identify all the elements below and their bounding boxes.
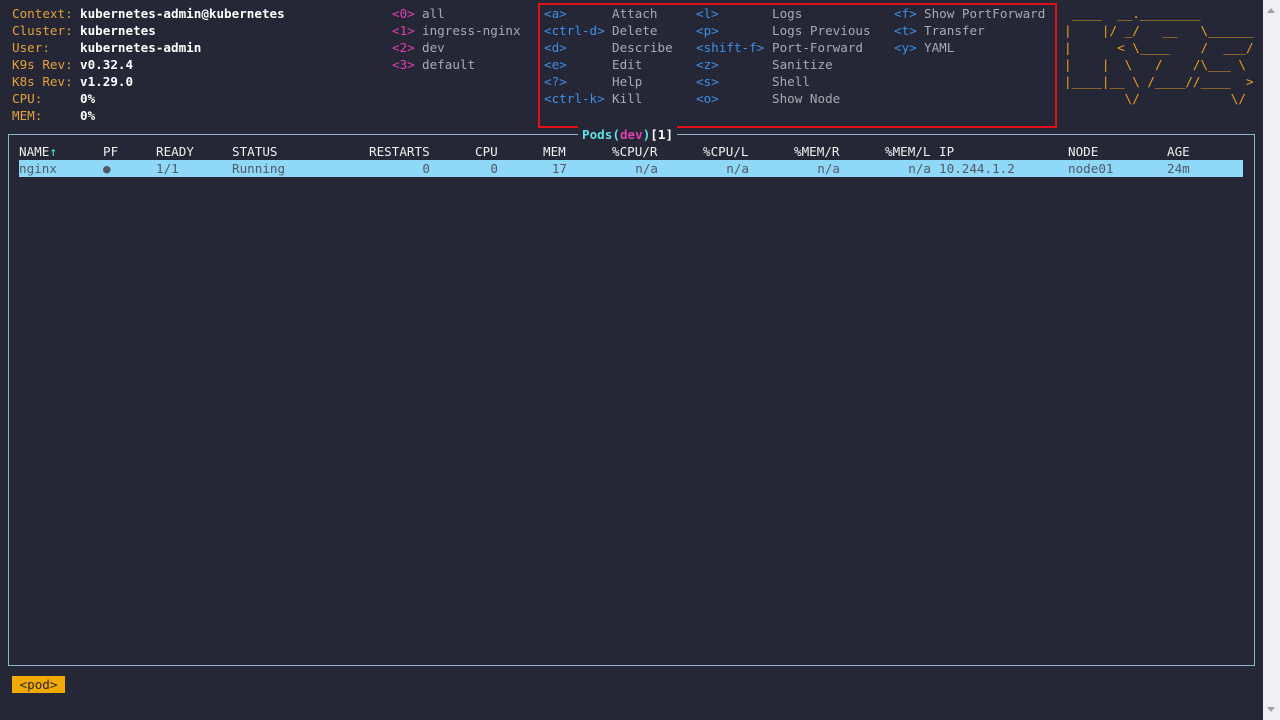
hotkey-desc[interactable]: Logs Previous xyxy=(772,22,871,39)
namespace-key[interactable]: <2> xyxy=(392,39,415,56)
cell-cpu-l: n/a xyxy=(726,161,749,176)
cell-cpu: 0 xyxy=(490,161,498,176)
hotkey-desc[interactable]: Show PortForward xyxy=(924,5,1045,22)
info-k9s-rev-value: v0.32.4 xyxy=(80,57,134,72)
info-context: Context: xyxy=(12,5,73,22)
col-mem-r[interactable]: %MEM/R xyxy=(794,143,840,160)
hotkey-key[interactable]: <d> xyxy=(544,39,567,56)
col-mem[interactable]: MEM xyxy=(543,143,566,160)
namespace-name[interactable]: default xyxy=(422,56,475,73)
hotkey-key[interactable]: <shift-f> xyxy=(696,39,764,56)
info-label: MEM: xyxy=(12,108,43,123)
info-k8s-rev-value: v1.29.0 xyxy=(80,74,134,89)
namespace-key[interactable]: <1> xyxy=(392,22,415,39)
col-age[interactable]: AGE xyxy=(1167,143,1190,160)
col-pf[interactable]: PF xyxy=(103,143,118,160)
hotkey-desc[interactable]: Describe xyxy=(612,39,673,56)
cell-node: node01 xyxy=(1068,161,1114,176)
namespace-name[interactable]: dev xyxy=(422,39,445,56)
namespace-name: dev xyxy=(619,127,643,142)
cell-age: 24m xyxy=(1167,161,1190,176)
col-status[interactable]: STATUS xyxy=(232,143,278,160)
cell-mem: 17 xyxy=(551,161,567,176)
paren: ( xyxy=(612,127,620,142)
cell-mem-l: n/a xyxy=(908,161,931,176)
hotkey-desc[interactable]: Kill xyxy=(612,90,642,107)
hotkey-desc[interactable]: Delete xyxy=(612,22,658,39)
hotkey-key[interactable]: <z> xyxy=(696,56,719,73)
info-cluster-value: kubernetes xyxy=(80,23,156,38)
info-context-value: kubernetes-admin@kubernetes xyxy=(80,6,285,21)
hotkey-key[interactable]: <l> xyxy=(696,5,719,22)
hotkey-key[interactable]: <ctrl-d> xyxy=(544,22,605,39)
col-ready[interactable]: READY xyxy=(156,143,194,160)
hotkey-key[interactable]: <a> xyxy=(544,5,567,22)
cell-mem-r: n/a xyxy=(817,161,840,176)
cell-ip: 10.244.1.2 xyxy=(939,161,1015,176)
col-cpu-r[interactable]: %CPU/R xyxy=(612,143,658,160)
hotkey-desc[interactable]: Help xyxy=(612,73,642,90)
hotkey-key[interactable]: <e> xyxy=(544,56,567,73)
hotkey-desc[interactable]: Sanitize xyxy=(772,56,833,73)
cell-status: Running xyxy=(232,161,286,176)
info-label: K8s Rev: xyxy=(12,74,73,89)
pods-panel xyxy=(8,134,1255,666)
hotkey-key[interactable]: <o> xyxy=(696,90,719,107)
hotkey-key[interactable]: <f> xyxy=(894,5,917,22)
scroll-up-icon[interactable] xyxy=(1267,8,1275,13)
col-node[interactable]: NODE xyxy=(1068,143,1098,160)
panel-title: Pods(dev)[1] xyxy=(578,126,678,143)
cell-cpu-r: n/a xyxy=(635,161,658,176)
hotkey-desc[interactable]: Edit xyxy=(612,56,642,73)
col-name[interactable]: NAME↑ xyxy=(19,143,57,160)
namespace-name[interactable]: ingress-nginx xyxy=(422,22,521,39)
cell-ready: 1/1 xyxy=(156,161,179,176)
hotkey-key[interactable]: <t> xyxy=(894,22,917,39)
cell-pf: ● xyxy=(103,161,111,176)
hotkey-desc[interactable]: YAML xyxy=(924,39,954,56)
breadcrumb-pod[interactable]: <pod> xyxy=(12,676,65,693)
resource-count: [1] xyxy=(650,127,674,142)
info-label: Cluster: xyxy=(12,23,73,38)
scrollbar[interactable] xyxy=(1263,0,1280,720)
hotkey-key[interactable]: <ctrl-k> xyxy=(544,90,605,107)
info-label: K9s Rev: xyxy=(12,57,73,72)
info-cpu-value: 0% xyxy=(80,91,96,106)
hotkey-desc[interactable]: Port-Forward xyxy=(772,39,863,56)
hotkey-desc[interactable]: Transfer xyxy=(924,22,985,39)
hotkey-desc[interactable]: Attach xyxy=(612,5,658,22)
cell-restarts: 0 xyxy=(422,161,430,176)
col-cpu[interactable]: CPU xyxy=(475,143,498,160)
col-restarts[interactable]: RESTARTS xyxy=(369,143,430,160)
info-mem-value: 0% xyxy=(80,108,96,123)
hotkey-desc[interactable]: Logs xyxy=(772,5,802,22)
namespace-key[interactable]: <3> xyxy=(392,56,415,73)
info-label: Context: xyxy=(12,6,73,21)
info-label: CPU: xyxy=(12,91,43,106)
sort-asc-icon: ↑ xyxy=(49,144,57,159)
hotkey-desc[interactable]: Show Node xyxy=(772,90,840,107)
namespace-name[interactable]: all xyxy=(422,5,445,22)
k9s-logo: ____ __.________ | |/ _/ __ \______ | < … xyxy=(1064,6,1254,106)
cell-name[interactable]: nginx xyxy=(19,160,57,177)
hotkey-key[interactable]: <s> xyxy=(696,73,719,90)
col-mem-l[interactable]: %MEM/L xyxy=(885,143,931,160)
info-user-value: kubernetes-admin xyxy=(80,40,202,55)
hotkey-key[interactable]: <p> xyxy=(696,22,719,39)
scroll-down-icon[interactable] xyxy=(1267,707,1275,712)
hotkey-key[interactable]: <y> xyxy=(894,39,917,56)
info-label: User: xyxy=(12,40,50,55)
col-cpu-l[interactable]: %CPU/L xyxy=(703,143,749,160)
resource-name: Pods xyxy=(582,127,613,142)
col-name-label: NAME xyxy=(19,144,50,159)
hotkey-desc[interactable]: Shell xyxy=(772,73,810,90)
namespace-key[interactable]: <0> xyxy=(392,5,415,22)
col-ip[interactable]: IP xyxy=(939,143,954,160)
hotkey-key[interactable]: <?> xyxy=(544,73,567,90)
